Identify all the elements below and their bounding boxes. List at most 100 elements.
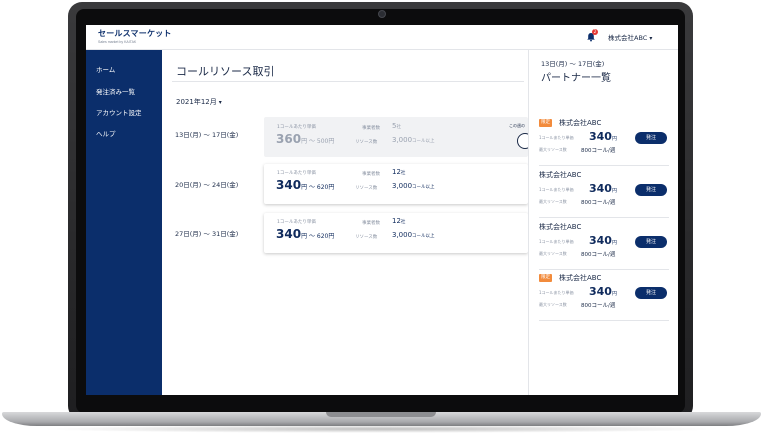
- partner-price: 340円: [589, 182, 617, 195]
- partner-capacity: 800コール/週: [581, 252, 616, 258]
- logo-subtext: Sales market by KAITAK: [98, 40, 137, 44]
- partner-price: 340円: [589, 130, 617, 143]
- chevron-down-icon: ▾: [649, 35, 653, 42]
- partner-price: 340円: [589, 234, 617, 247]
- unit-price-label: 1コールあたり単価: [277, 125, 316, 130]
- resource-value: 3,000: [392, 231, 413, 239]
- resource-label: リソース数: [355, 186, 378, 191]
- resource-unit: コール以上: [412, 139, 435, 144]
- partner-item: 株式会社ABC 1コールあたり単価 340円 最大リソース数 800コール/週 …: [539, 219, 669, 270]
- page-title: コールリソース取引: [176, 65, 275, 78]
- sidebar-item-home[interactable]: ホーム: [96, 64, 115, 74]
- firms-label: 事業者数: [362, 221, 380, 226]
- month-selector[interactable]: 2021年12月 ▾: [176, 97, 222, 107]
- resource-value: 3,000: [392, 182, 413, 190]
- order-button[interactable]: 発注: [635, 236, 667, 248]
- firms-count: 12社: [392, 168, 405, 176]
- price-range: 340円 〜 620円: [276, 178, 334, 192]
- order-button[interactable]: 発注: [635, 287, 667, 299]
- price-suffix: 円 〜 620円: [301, 184, 335, 191]
- week-range-1: 13日(月) 〜 17日(金): [175, 131, 239, 139]
- resource-unit: コール以上: [412, 234, 435, 239]
- firms-unit: 社: [396, 125, 401, 130]
- resource-count: 3,000コール以上: [392, 231, 435, 239]
- partner-price-unit: 円: [611, 136, 617, 142]
- partner-name: 株式会社ABC: [559, 274, 602, 282]
- resource-value: 3,000: [392, 136, 413, 144]
- week-card-1[interactable]: 1コールあたり単価 360円 〜 500円 事業者数 5社 リソース数 3,00…: [264, 117, 533, 157]
- title-divider: [172, 81, 524, 82]
- company-menu-label: 株式会社ABC: [608, 34, 648, 42]
- partner-capacity-label: 最大リソース数: [539, 251, 567, 256]
- partner-panel-title: パートナー一覧: [541, 73, 611, 84]
- partner-price-unit: 円: [611, 291, 617, 297]
- top-bar: セールスマーケット Sales market by KAITAK 2 株式会社A…: [86, 25, 678, 50]
- order-button[interactable]: 発注: [635, 184, 667, 196]
- week-card-3[interactable]: 1コールあたり単価 340円 〜 620円 事業者数 12社 リソース数 3,0…: [264, 213, 528, 253]
- partner-price-value: 340: [589, 130, 612, 143]
- unit-price-label: 1コールあたり単価: [277, 220, 316, 225]
- notification-badge: 2: [592, 29, 598, 35]
- partner-price-value: 340: [589, 285, 612, 298]
- firms-unit: 社: [400, 171, 406, 176]
- partner-price: 340円: [589, 285, 617, 298]
- firms-count: 5社: [392, 122, 401, 130]
- partner-capacity: 800コール/週: [581, 200, 616, 206]
- limited-tag: 限定: [539, 274, 552, 282]
- partner-item: 株式会社ABC 1コールあたり単価 340円 最大リソース数 800コール/週 …: [539, 167, 669, 218]
- partner-panel: 13日(月) 〜 17日(金) パートナー一覧 限定 株式会社ABC 1コールあ…: [528, 50, 678, 395]
- partner-capacity: 800コール/週: [581, 303, 616, 309]
- webcam: [378, 10, 386, 18]
- resource-label: リソース数: [355, 235, 378, 240]
- partner-capacity: 800コール/週: [581, 148, 616, 154]
- chevron-down-icon: ▾: [218, 99, 222, 106]
- month-selector-label: 2021年12月: [176, 98, 217, 106]
- partner-name: 株式会社ABC: [559, 119, 602, 127]
- price-min: 360: [276, 132, 302, 146]
- unit-price-label: 1コールあたり単価: [277, 171, 316, 176]
- partner-name: 株式会社ABC: [539, 171, 582, 179]
- laptop-notch: [326, 412, 436, 417]
- sidebar-item-orders[interactable]: 発注済み一覧: [96, 86, 135, 96]
- firms-label: 事業者数: [362, 126, 380, 131]
- partner-price-label: 1コールあたり単価: [539, 187, 574, 192]
- app-screen: セールスマーケット Sales market by KAITAK 2 株式会社A…: [86, 25, 678, 395]
- price-suffix: 円 〜 620円: [301, 233, 335, 240]
- resource-unit: コール以上: [412, 185, 435, 190]
- partner-item: 限定 株式会社ABC 1コールあたり単価 340円 最大リソース数 800コール…: [539, 115, 669, 166]
- firms-value: 12: [392, 217, 401, 225]
- firms-unit: 社: [400, 220, 406, 225]
- partner-price-label: 1コールあたり単価: [539, 290, 574, 295]
- sidebar-item-help[interactable]: ヘルプ: [96, 128, 116, 138]
- company-menu[interactable]: 株式会社ABC ▾: [608, 32, 652, 42]
- partner-capacity-label: 最大リソース数: [539, 199, 567, 204]
- logo-text: セールスマーケット: [98, 29, 172, 38]
- week-range-3: 27日(月) 〜 31日(金): [175, 230, 239, 238]
- firms-value: 12: [392, 168, 401, 176]
- sidebar-item-account[interactable]: アカウント設定: [96, 107, 142, 117]
- price-range: 360円 〜 500円: [276, 132, 334, 146]
- app-logo[interactable]: セールスマーケット Sales market by KAITAK: [98, 28, 172, 44]
- week-card-2[interactable]: 1コールあたり単価 340円 〜 620円 事業者数 12社 リソース数 3,0…: [264, 164, 528, 204]
- partner-capacity-label: 最大リソース数: [539, 147, 567, 152]
- partner-capacity-label: 最大リソース数: [539, 302, 567, 307]
- week-toggle-label: この週の: [509, 123, 525, 128]
- partner-price-unit: 円: [611, 188, 617, 194]
- partner-price-unit: 円: [611, 240, 617, 246]
- partner-item: 限定 株式会社ABC 1コールあたり単価 340円 最大リソース数 800コール…: [539, 270, 669, 321]
- partner-price-value: 340: [589, 182, 612, 195]
- resource-count: 3,000コール以上: [392, 182, 435, 190]
- sidebar: ホーム 発注済み一覧 アカウント設定 ヘルプ: [86, 50, 162, 395]
- firms-label: 事業者数: [362, 172, 380, 177]
- resource-label: リソース数: [355, 140, 378, 145]
- laptop-shadow: [40, 425, 723, 433]
- week-range-2: 20日(月) 〜 24日(金): [175, 181, 239, 189]
- resource-count: 3,000コール以上: [392, 136, 435, 144]
- price-min: 340: [276, 178, 302, 192]
- partner-price-label: 1コールあたり単価: [539, 239, 574, 244]
- partner-date-range: 13日(月) 〜 17日(金): [541, 60, 605, 68]
- price-min: 340: [276, 227, 302, 241]
- partner-name: 株式会社ABC: [539, 223, 582, 231]
- price-range: 340円 〜 620円: [276, 227, 334, 241]
- order-button[interactable]: 発注: [635, 132, 667, 144]
